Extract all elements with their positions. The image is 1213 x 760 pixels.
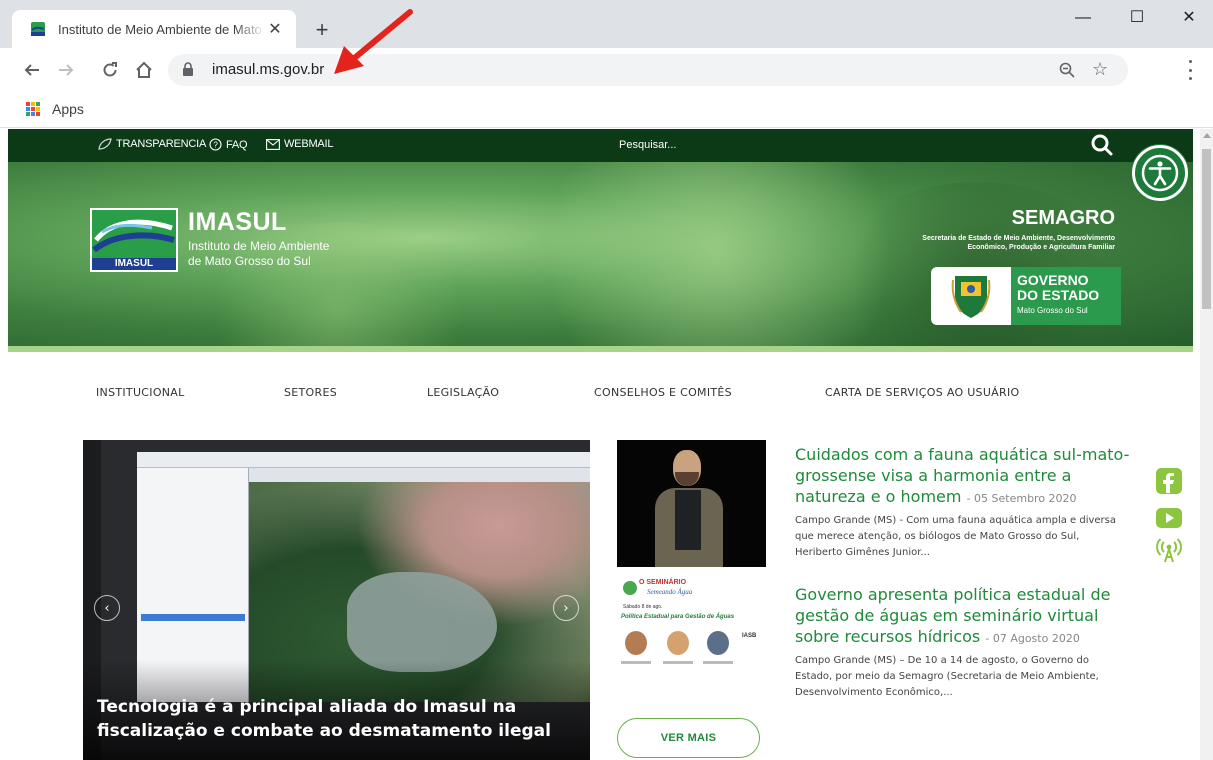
leaf-icon [98,138,112,150]
nav-institucional[interactable]: INSTITUCIONAL [96,386,185,399]
tab-title: Instituto de Meio Ambiente de Mato Gross… [58,21,266,37]
nav-carta-servicos[interactable]: CARTA DE SERVIÇOS AO USUÁRIO [825,386,1019,399]
home-button[interactable] [130,56,158,84]
site-favicon-icon [31,22,45,36]
imasul-logo[interactable]: IMASUL [90,208,178,272]
arrow-right-icon [59,64,74,76]
page-scrollbar[interactable] [1200,129,1213,760]
governo-line1: GOVERNO [1017,272,1089,288]
transparencia-link[interactable]: TRANSPARENCIA [98,138,206,150]
browser-menu-icon[interactable] [1184,60,1196,80]
search-icon[interactable] [1090,133,1114,157]
web-page: TRANSPARENCIA ? FAQ WEBMAIL Pesquisar...… [0,129,1200,760]
facebook-link[interactable] [1153,466,1185,496]
webmail-link[interactable]: WEBMAIL [266,138,334,150]
browser-tab-active[interactable]: Instituto de Meio Ambiente de Mato Gross… [12,10,296,48]
thumb-seminario-subtitle: Semeando Água [647,588,693,596]
window-close-button[interactable]: ✕ [1166,0,1212,36]
svg-text:?: ? [213,141,218,150]
news-item-2-title[interactable]: Governo apresenta política estadual de g… [795,584,1135,649]
arrow-left-icon [24,64,39,76]
thumb-seminario-topic: Política Estadual para Gestão de Águas [621,614,735,620]
home-icon [136,61,152,78]
slider-next-button[interactable]: › [553,595,579,621]
zoom-out-icon[interactable] [1058,61,1076,79]
slide-caption[interactable]: Tecnologia é a principal aliada do Imasu… [97,695,577,743]
facebook-icon [1156,468,1182,494]
site-top-bar: TRANSPARENCIA ? FAQ WEBMAIL Pesquisar... [8,129,1193,162]
question-circle-icon: ? [209,138,222,151]
thumb-seminario-title: O SEMINÁRIO [639,579,687,586]
address-bar[interactable]: imasul.ms.gov.br ☆ [168,54,1128,86]
news-thumbnail-biologist[interactable] [617,440,766,567]
nav-setores[interactable]: SETORES [284,386,337,399]
news-item-1-headline[interactable]: Cuidados com a fauna aquática sul-mato-g… [795,445,1129,506]
accessibility-button[interactable] [1132,145,1188,201]
youtube-icon [1156,508,1182,528]
imasul-logo-word: IMASUL [92,258,176,270]
webmail-label: WEBMAIL [284,138,334,150]
state-crest-icon [951,276,991,318]
address-url[interactable]: imasul.ms.gov.br [212,61,324,78]
youtube-link[interactable] [1153,503,1185,533]
nav-legislacao[interactable]: LEGISLAÇÃO [427,386,499,399]
news-thumbnail-seminario[interactable]: O SEMINÁRIO Semeando Água Sábado 8 de ag… [617,577,766,680]
radio-link[interactable] [1153,535,1185,565]
bookmarks-bar: Apps [0,92,1213,128]
lock-icon [183,62,193,76]
transparencia-label: TRANSPARENCIA [116,138,207,150]
reload-button[interactable] [96,56,124,84]
governo-line3: Mato Grosso do Sul [1017,306,1088,315]
ver-mais-button[interactable]: VER MAIS [617,718,760,758]
site-subtitle-line2: de Mato Grosso do Sul [188,254,311,268]
envelope-icon [266,138,280,150]
scroll-up-icon[interactable] [1203,133,1211,138]
news-slider[interactable]: Tecnologia é a principal aliada do Imasu… [83,440,590,760]
news-item-1-date: - 05 Setembro 2020 [966,492,1077,505]
news-item-1-summary: Campo Grande (MS) - Com uma fauna aquáti… [795,515,1117,558]
semagro-subtitle: Secretaria de Estado de Meio Ambiente, D… [922,235,1115,251]
forward-button[interactable] [52,56,80,84]
accessibility-icon [1141,154,1179,192]
thumb-seminario-date: Sábado 8 de ago. [623,604,663,610]
window-minimize-button[interactable]: — [1060,0,1106,36]
site-search-input[interactable]: Pesquisar... [619,139,676,151]
tab-strip: Instituto de Meio Ambiente de Mato Gross… [0,0,1213,48]
nav-conselhos-comites[interactable]: CONSELHOS E COMITÊS [594,386,732,399]
main-navigation: INSTITUCIONAL SETORES LEGISLAÇÃO CONSELH… [8,352,1193,432]
governo-logo[interactable]: GOVERNO DO ESTADO Mato Grosso do Sul [931,267,1121,325]
site-subtitle-line1: Instituto de Meio Ambiente [188,239,330,253]
semagro-title[interactable]: SEMAGRO [1012,207,1115,230]
news-item-1-title[interactable]: Cuidados com a fauna aquática sul-mato-g… [795,444,1135,509]
slider-prev-button[interactable]: ‹ [94,595,120,621]
site-header-banner: IMASUL IMASUL Instituto de Meio Ambiente… [8,162,1193,352]
apps-bookmark-label[interactable]: Apps [52,101,84,117]
news-item-2-date: - 07 Agosto 2020 [985,632,1080,645]
thumb-iasb-logo: IASB [742,633,757,639]
faq-link[interactable]: ? FAQ [209,138,248,151]
tab-close-icon[interactable]: ✕ [266,20,284,38]
back-button[interactable] [18,56,46,84]
bookmark-star-icon[interactable]: ☆ [1092,59,1108,80]
governo-line2: DO ESTADO [1017,287,1100,303]
scroll-thumb[interactable] [1202,149,1211,309]
reload-icon [103,62,117,77]
site-title: IMASUL [188,208,287,236]
news-item-2-summary: Campo Grande (MS) – De 10 a 14 de agosto… [795,655,1099,698]
apps-grid-icon[interactable] [26,102,40,116]
browser-toolbar: imasul.ms.gov.br ☆ [0,48,1213,92]
annotation-arrow-icon [334,9,413,74]
faq-label: FAQ [226,138,248,151]
window-maximize-button[interactable]: ☐ [1114,0,1160,36]
imasul-wave-icon [92,219,175,253]
broadcast-icon [1156,538,1182,563]
